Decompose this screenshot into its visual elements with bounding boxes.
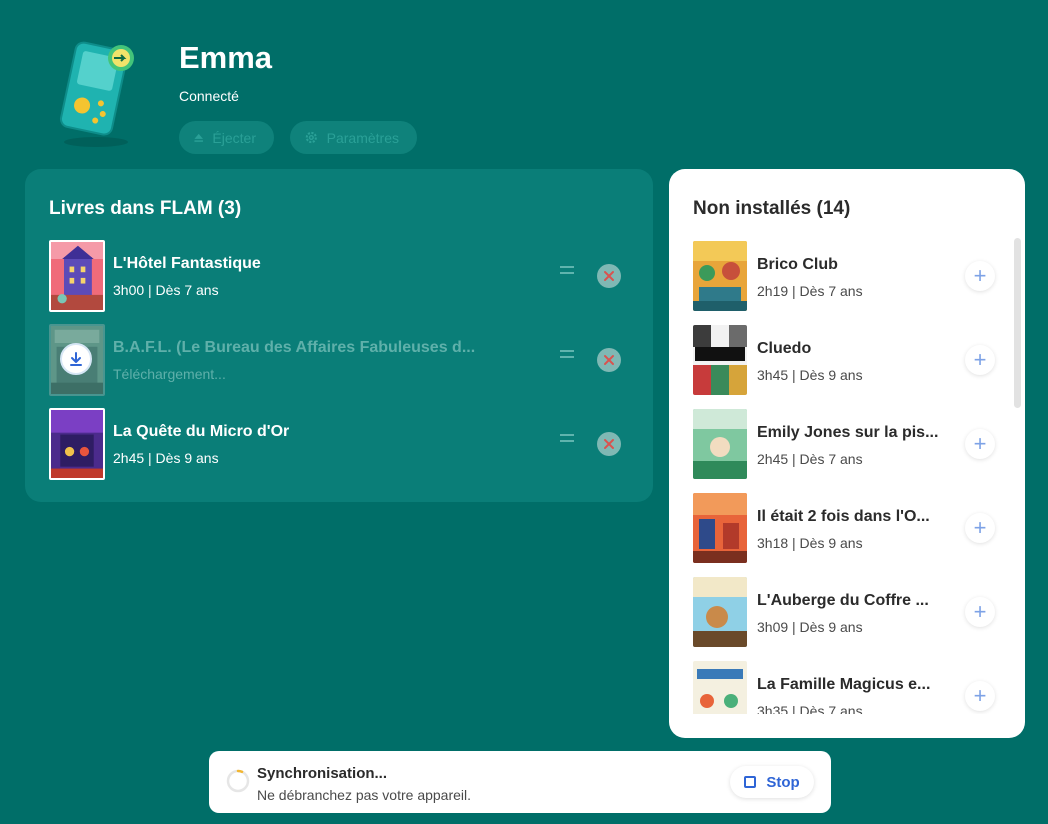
plus-icon: + <box>973 515 987 540</box>
remove-book-button[interactable] <box>597 264 621 288</box>
close-icon <box>604 355 614 365</box>
book-title: La Quête du Micro d'Or <box>113 423 290 440</box>
not-installed-title: Non installés (14) <box>693 198 851 219</box>
eject-button[interactable]: Éjecter <box>179 121 274 154</box>
settings-button[interactable]: Paramètres <box>290 121 417 154</box>
plus-icon: + <box>973 263 987 288</box>
stop-icon <box>744 776 757 788</box>
add-book-button[interactable]: + <box>965 681 995 711</box>
connection-status: Connecté <box>179 88 239 104</box>
plus-icon: + <box>973 431 987 456</box>
drag-handle-icon[interactable] <box>560 266 574 280</box>
book-meta: 3h09 | Dès 9 ans <box>757 619 863 635</box>
book-title: La Famille Magicus e... <box>757 676 931 693</box>
book-meta: 2h19 | Dès 7 ans <box>757 283 863 299</box>
list-item[interactable]: La Famille Magicus e... 3h35 | Dès 7 ans… <box>693 661 1003 714</box>
add-book-button[interactable]: + <box>965 345 995 375</box>
flam-book-row[interactable]: B.A.F.L. (Le Bureau des Affaires Fabuleu… <box>49 324 629 396</box>
header-actions: Éjecter Paramètres <box>179 121 417 154</box>
book-meta: 3h35 | Dès 7 ans <box>757 703 863 714</box>
book-title: L'Auberge du Coffre ... <box>757 592 929 609</box>
add-book-button[interactable]: + <box>965 597 995 627</box>
add-book-button[interactable]: + <box>965 513 995 543</box>
remove-book-button[interactable] <box>597 432 621 456</box>
book-cover <box>693 577 747 647</box>
not-installed-list[interactable]: Brico Club 2h19 | Dès 7 ans + Cluedo 3h4… <box>693 241 1003 714</box>
scrollbar[interactable] <box>1014 238 1021 408</box>
list-item[interactable]: L'Auberge du Coffre ... 3h09 | Dès 9 ans… <box>693 577 1003 649</box>
list-item[interactable]: Il était 2 fois dans l'O... 3h18 | Dès 9… <box>693 493 1003 565</box>
eject-icon <box>194 133 203 142</box>
download-status: Téléchargement... <box>113 366 226 382</box>
device-illustration <box>56 38 140 148</box>
book-cover <box>693 661 747 714</box>
gear-icon <box>305 131 317 144</box>
flam-book-row[interactable]: La Quête du Micro d'Or 2h45 | Dès 9 ans <box>49 408 629 480</box>
book-title: Cluedo <box>757 340 812 357</box>
plus-icon: + <box>973 347 987 372</box>
book-cover <box>693 325 747 395</box>
eject-label: Éjecter <box>212 129 256 146</box>
flam-book-row[interactable]: L'Hôtel Fantastique 3h00 | Dès 7 ans <box>49 240 629 312</box>
book-meta: 2h45 | Dès 7 ans <box>757 451 863 467</box>
list-item[interactable]: Cluedo 3h45 | Dès 9 ans + <box>693 325 1003 397</box>
remove-book-button[interactable] <box>597 348 621 372</box>
sync-status-bar: Synchronisation... Ne débranchez pas vot… <box>209 751 831 813</box>
download-icon <box>60 343 92 375</box>
book-title: Brico Club <box>757 256 838 273</box>
add-book-button[interactable]: + <box>965 261 995 291</box>
flam-books-panel: Livres dans FLAM (3) L'Hôtel Fantastique… <box>25 169 653 502</box>
user-name: Emma <box>179 40 273 75</box>
book-meta: 3h45 | Dès 9 ans <box>757 367 863 383</box>
spinner-icon <box>226 769 250 793</box>
list-item[interactable]: Brico Club 2h19 | Dès 7 ans + <box>693 241 1003 313</box>
book-cover <box>49 240 105 312</box>
book-cover <box>693 493 747 563</box>
not-installed-panel: Non installés (14) Brico Club 2h19 | Dès… <box>669 169 1025 738</box>
book-title: L'Hôtel Fantastique <box>113 255 261 272</box>
close-icon <box>604 439 614 449</box>
book-meta: 2h45 | Dès 9 ans <box>113 450 219 466</box>
book-cover <box>49 408 105 480</box>
book-meta: 3h18 | Dès 9 ans <box>757 535 863 551</box>
plus-icon: + <box>973 599 987 624</box>
list-item[interactable]: Emily Jones sur la pis... 2h45 | Dès 7 a… <box>693 409 1003 481</box>
flam-panel-title: Livres dans FLAM (3) <box>49 198 242 219</box>
stop-sync-button[interactable]: Stop <box>730 766 814 798</box>
book-cover <box>693 409 747 479</box>
sync-title: Synchronisation... <box>257 765 388 782</box>
sync-subtitle: Ne débranchez pas votre appareil. <box>257 787 472 803</box>
book-title: Emily Jones sur la pis... <box>757 424 939 441</box>
add-book-button[interactable]: + <box>965 429 995 459</box>
book-title: B.A.F.L. (Le Bureau des Affaires Fabuleu… <box>113 339 476 356</box>
stop-label: Stop <box>766 773 800 791</box>
book-meta: 3h00 | Dès 7 ans <box>113 282 219 298</box>
plus-icon: + <box>973 683 987 708</box>
drag-handle-icon[interactable] <box>560 434 574 448</box>
book-cover <box>693 241 747 311</box>
drag-handle-icon[interactable] <box>560 350 574 364</box>
close-icon <box>604 271 614 281</box>
book-title: Il était 2 fois dans l'O... <box>757 508 930 525</box>
settings-label: Paramètres <box>326 129 399 146</box>
